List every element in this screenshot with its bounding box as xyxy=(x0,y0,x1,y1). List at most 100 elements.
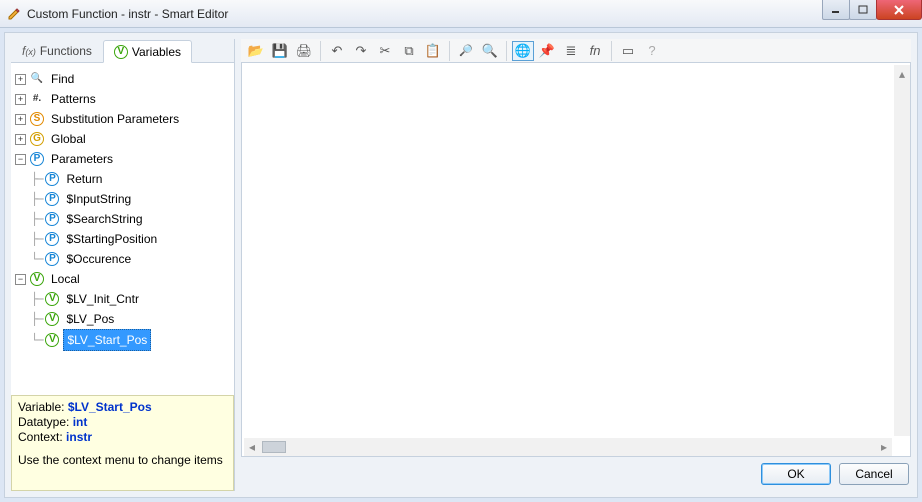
tree-node-local-var[interactable]: ├─V$LV_Pos xyxy=(31,309,230,329)
variable-tree[interactable]: + 🔍 Find + #. Patterns + S Substitution … xyxy=(11,63,234,391)
maximize-button[interactable] xyxy=(849,0,877,20)
global-icon: G xyxy=(30,132,44,146)
tree-node-local-var-selected[interactable]: └─V$LV_Start_Pos xyxy=(31,329,230,351)
tree-connector: ├─ xyxy=(31,230,41,248)
tree-label: Return xyxy=(63,169,105,189)
cancel-button[interactable]: Cancel xyxy=(839,463,909,485)
tree-node-param[interactable]: └─P$Occurence xyxy=(31,249,230,269)
tree-label: $LV_Pos xyxy=(63,309,117,329)
tree-node-patterns[interactable]: + #. Patterns xyxy=(15,89,230,109)
main-area: f(x) Functions V Variables + 🔍 Find + #.… xyxy=(4,32,918,498)
window-controls xyxy=(823,0,922,20)
collapse-icon[interactable]: − xyxy=(15,274,26,285)
info-context-value: instr xyxy=(66,430,92,444)
tree-node-parameters[interactable]: − P Parameters xyxy=(15,149,230,169)
tab-label: Variables xyxy=(132,45,181,59)
info-datatype-label: Datatype: xyxy=(18,415,69,429)
parameter-icon: P xyxy=(45,172,59,186)
tree-label: $LV_Init_Cntr xyxy=(63,289,142,309)
ok-button[interactable]: OK xyxy=(761,463,831,485)
vertical-scrollbar[interactable]: ▴ xyxy=(894,65,910,436)
tree-node-param[interactable]: ├─ P Return xyxy=(31,169,230,189)
tree-node-global[interactable]: + G Global xyxy=(15,129,230,149)
separator xyxy=(611,41,612,61)
help-icon[interactable]: ? xyxy=(641,41,663,61)
list-icon[interactable]: ≣ xyxy=(560,41,582,61)
tree-connector: ├─ xyxy=(31,210,41,228)
tree-node-param[interactable]: ├─P$StartingPosition xyxy=(31,229,230,249)
open-icon[interactable]: 📂 xyxy=(245,41,267,61)
substitution-icon: S xyxy=(30,112,44,126)
tree-node-param[interactable]: ├─P$InputString xyxy=(31,189,230,209)
variable-icon: V xyxy=(45,292,59,306)
parameter-icon: P xyxy=(45,252,59,266)
paste-icon[interactable]: 📋 xyxy=(422,41,444,61)
bookmark-icon[interactable]: 📌 xyxy=(536,41,558,61)
binoculars-icon: 🔍 xyxy=(30,72,44,86)
globe-icon[interactable]: 🌐 xyxy=(512,41,534,61)
copy-icon[interactable]: ⧉ xyxy=(398,41,420,61)
undo-icon[interactable]: ↶ xyxy=(326,41,348,61)
tree-label: Parameters xyxy=(48,149,116,169)
collapse-icon[interactable]: − xyxy=(15,154,26,165)
info-context-label: Context: xyxy=(18,430,63,444)
tab-variables[interactable]: V Variables xyxy=(103,40,192,63)
left-tabs: f(x) Functions V Variables xyxy=(11,39,234,63)
titlebar: Custom Function - instr - Smart Editor xyxy=(0,0,922,28)
find-icon[interactable]: 🔎 xyxy=(455,41,477,61)
tree-label: $SearchString xyxy=(63,209,145,229)
separator xyxy=(320,41,321,61)
hash-icon: #. xyxy=(30,92,44,106)
note-icon[interactable]: ▭ xyxy=(617,41,639,61)
tree-label: Patterns xyxy=(48,89,99,109)
dialog-buttons: OK Cancel xyxy=(241,457,911,491)
horizontal-scrollbar[interactable]: ◂ ▸ xyxy=(244,438,892,456)
tree-label: Substitution Parameters xyxy=(48,109,182,129)
window-title: Custom Function - instr - Smart Editor xyxy=(27,7,228,21)
close-button[interactable] xyxy=(876,0,922,20)
cut-icon[interactable]: ✂ xyxy=(374,41,396,61)
code-editor[interactable] xyxy=(244,65,892,436)
tree-label: $StartingPosition xyxy=(63,229,160,249)
tree-connector: └─ xyxy=(31,331,41,349)
tree-node-param[interactable]: ├─ P $SearchString xyxy=(31,209,230,229)
tree-connector: ├─ xyxy=(31,190,41,208)
scroll-left-icon[interactable]: ◂ xyxy=(244,440,260,454)
expand-icon[interactable]: + xyxy=(15,134,26,145)
save-icon[interactable]: 💾 xyxy=(269,41,291,61)
scroll-thumb[interactable] xyxy=(262,441,286,453)
parameter-icon: P xyxy=(45,212,59,226)
variable-icon: V xyxy=(114,45,128,59)
info-panel: Variable: $LV_Start_Pos Datatype: int Co… xyxy=(11,395,234,491)
find-next-icon[interactable]: 🔍 xyxy=(479,41,501,61)
tree-label: $Occurence xyxy=(63,249,134,269)
tree-label: Global xyxy=(48,129,89,149)
editor-toolbar: 📂 💾 🖨 ↶ ↷ ✂ ⧉ 📋 🔎 🔍 🌐 📌 ≣ fn ▭ ? xyxy=(241,39,911,63)
tree-label: Find xyxy=(48,69,77,89)
tree-node-find[interactable]: + 🔍 Find xyxy=(15,69,230,89)
expand-icon[interactable]: + xyxy=(15,74,26,85)
tree-node-local[interactable]: − V Local xyxy=(15,269,230,289)
print-icon[interactable]: 🖨 xyxy=(293,41,315,61)
scroll-right-icon[interactable]: ▸ xyxy=(876,440,892,454)
info-datatype-value: int xyxy=(73,415,88,429)
tree-node-local-var[interactable]: ├─ V $LV_Init_Cntr xyxy=(31,289,230,309)
tree-connector: ├─ xyxy=(31,290,41,308)
tree-node-substitution[interactable]: + S Substitution Parameters xyxy=(15,109,230,129)
function-icon[interactable]: fn xyxy=(584,41,606,61)
expand-icon[interactable]: + xyxy=(15,114,26,125)
tab-functions[interactable]: f(x) Functions xyxy=(11,39,103,62)
left-panel: f(x) Functions V Variables + 🔍 Find + #.… xyxy=(11,39,235,491)
tree-connector: ├─ xyxy=(31,170,41,188)
tab-label: Functions xyxy=(40,44,92,58)
parameter-icon: P xyxy=(30,152,44,166)
minimize-button[interactable] xyxy=(822,0,850,20)
expand-icon[interactable]: + xyxy=(15,94,26,105)
info-hint: Use the context menu to change items xyxy=(18,453,227,468)
variable-icon: V xyxy=(45,312,59,326)
variable-icon: V xyxy=(30,272,44,286)
editor-frame: ▴ ◂ ▸ xyxy=(241,63,911,457)
info-variable-value: $LV_Start_Pos xyxy=(68,400,152,414)
fx-icon: f(x) xyxy=(22,44,36,58)
redo-icon[interactable]: ↷ xyxy=(350,41,372,61)
